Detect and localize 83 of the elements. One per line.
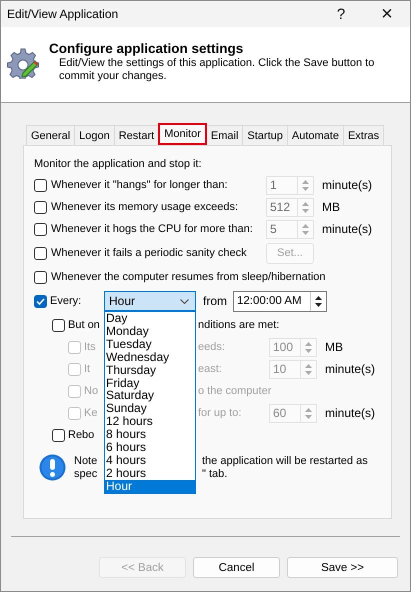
- checkbox[interactable]: [52, 428, 65, 442]
- dropdown-option[interactable]: Day: [105, 312, 195, 325]
- interval-dropdown[interactable]: Hour: [104, 291, 196, 311]
- exclamation-icon: [39, 454, 66, 481]
- note-text: spec: [74, 468, 98, 480]
- down-arrow-icon: [305, 414, 312, 418]
- dropdown-option[interactable]: 4 hours: [105, 454, 195, 467]
- unit-label: minute(s): [322, 178, 372, 192]
- up-arrow-icon: [305, 408, 312, 412]
- tab[interactable]: Monitor: [158, 123, 207, 145]
- chevron-icon: [180, 298, 189, 304]
- unit-label: MB: [322, 200, 340, 214]
- tab[interactable]: General: [26, 125, 76, 145]
- dropdown-option[interactable]: Sunday: [105, 402, 195, 416]
- dropdown-option[interactable]: 6 hours: [105, 441, 195, 454]
- unit-label: minute(s): [325, 406, 376, 420]
- dropdown-option[interactable]: Monday: [105, 324, 195, 338]
- note-text: Note: [74, 455, 98, 467]
- checkbox-label: Whenever its memory usage exceeds:: [51, 201, 240, 213]
- checkbox-label: No: [84, 385, 98, 397]
- up-arrow-icon: [302, 180, 309, 184]
- checkbox-label: for up to:: [198, 407, 242, 419]
- time-field[interactable]: 12:00:00 AM: [233, 290, 327, 312]
- close-button[interactable]: ×: [364, 1, 410, 27]
- down-arrow-icon: [302, 230, 309, 234]
- checkbox[interactable]: [34, 200, 47, 214]
- checkbox[interactable]: [34, 246, 47, 260]
- checkbox-label: o the computer: [198, 385, 272, 397]
- dropdown-option[interactable]: 8 hours: [105, 428, 195, 442]
- checkbox-label: Whenever it "hangs" for longer than:: [51, 179, 229, 191]
- number-field[interactable]: 5: [266, 220, 314, 238]
- checkbox-label: It: [84, 363, 90, 375]
- dropdown-option[interactable]: Thursday: [105, 364, 195, 377]
- dropdown-option[interactable]: Saturday: [105, 389, 195, 402]
- unit-label: minute(s): [322, 222, 372, 236]
- checkbox-label: Its: [84, 341, 96, 353]
- dialog-button[interactable]: Save >>: [287, 557, 398, 578]
- note-text: the application will be restarted as: [202, 455, 368, 467]
- dialog-button[interactable]: Cancel: [193, 557, 280, 578]
- checkbox-label: east:: [198, 363, 223, 375]
- section-label: Monitor the application and stop it:: [34, 157, 203, 172]
- dropdown-option[interactable]: Friday: [105, 376, 195, 390]
- checkbox-label: Rebo: [68, 429, 94, 441]
- number-field[interactable]: 1: [266, 176, 314, 194]
- from-label: from: [203, 294, 227, 308]
- note-text: " tab.: [202, 468, 228, 480]
- dropdown-option[interactable]: 12 hours: [105, 415, 195, 428]
- checkbox-label: Whenever it fails a periodic sanity check: [51, 247, 248, 259]
- header-subtitle: Edit/View the settings of this application. Click the Save button to commit your changes.: [58, 57, 376, 83]
- gear-pencil-icon: [7, 47, 39, 79]
- up-arrow-icon: [302, 224, 309, 228]
- down-arrow-icon: [302, 208, 309, 212]
- up-arrow-icon: [305, 364, 312, 368]
- up-arrow-icon: [315, 296, 322, 300]
- unit-label: minute(s): [325, 362, 376, 376]
- checkbox[interactable]: [34, 270, 47, 284]
- checkbox[interactable]: [34, 222, 47, 236]
- up-arrow-icon: [305, 342, 312, 346]
- checkbox-label: nditions are met:: [198, 319, 280, 331]
- tab[interactable]: Extras: [342, 125, 384, 145]
- unit-label: MB: [325, 340, 343, 354]
- down-arrow-icon: [315, 302, 322, 306]
- header-title: Configure application settings: [49, 41, 244, 56]
- checkbox-label: Every:: [50, 295, 82, 307]
- checkbox[interactable]: [34, 294, 47, 308]
- down-arrow-icon: [305, 348, 312, 352]
- help-button[interactable]: ?: [318, 1, 364, 27]
- window-title: Edit/View Application: [6, 7, 120, 21]
- checkbox-label: But on: [68, 319, 100, 331]
- checkbox-label: eeds:: [198, 341, 226, 353]
- dropdown-option[interactable]: 2 hours: [105, 466, 195, 480]
- dropdown-option[interactable]: Wednesday: [105, 350, 195, 364]
- dropdown-option[interactable]: Hour: [105, 480, 195, 493]
- checkbox-label: Whenever the computer resumes from sleep/hibernation: [51, 271, 326, 283]
- checkbox-label: Whenever it hogs the CPU for more than:: [51, 223, 254, 235]
- dropdown-option[interactable]: Tuesday: [105, 338, 195, 351]
- down-arrow-icon: [305, 370, 312, 374]
- down-arrow-icon: [302, 186, 309, 190]
- number-field[interactable]: 512: [266, 198, 314, 216]
- checkbox[interactable]: [34, 178, 47, 192]
- checkbox-label: Ke: [84, 407, 98, 419]
- up-arrow-icon: [302, 202, 309, 206]
- checkbox[interactable]: [52, 318, 65, 332]
